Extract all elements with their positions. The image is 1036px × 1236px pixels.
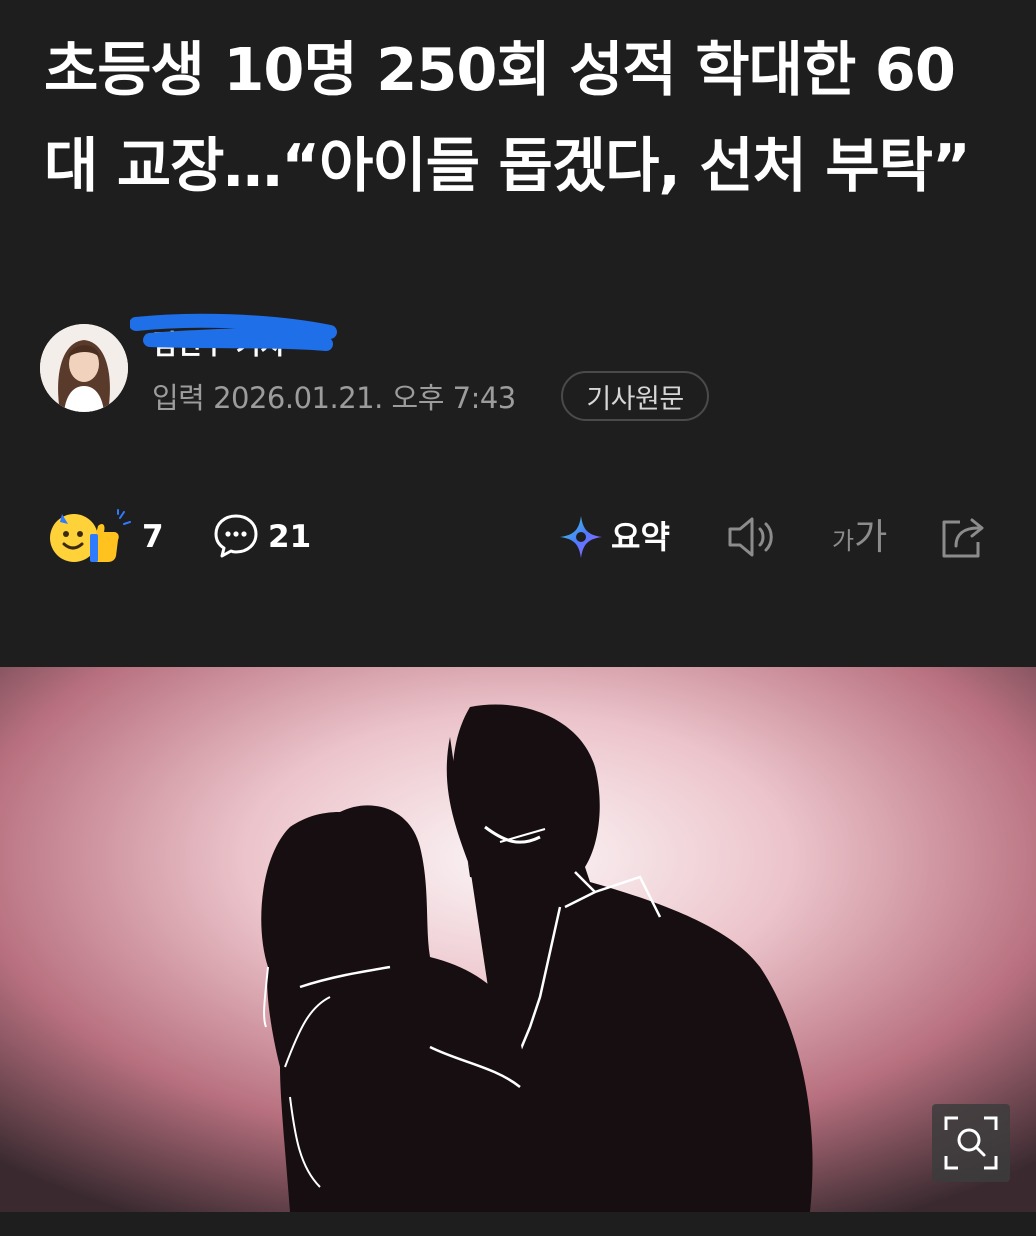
- speaker-icon[interactable]: [726, 514, 778, 560]
- reporter-avatar[interactable]: [40, 324, 128, 412]
- reaction-count[interactable]: 7: [142, 517, 164, 557]
- font-size-large-glyph: 가: [854, 517, 888, 558]
- smile-thumbs-up-icon[interactable]: [46, 508, 132, 564]
- redaction-scribble: [130, 313, 337, 351]
- zoom-image-button[interactable]: [932, 1104, 1010, 1182]
- original-article-button[interactable]: 기사원문: [561, 371, 709, 421]
- share-icon[interactable]: [938, 512, 992, 562]
- font-size-icon[interactable]: 가가: [832, 514, 887, 568]
- comment-count[interactable]: 21: [268, 517, 311, 557]
- article-illustration[interactable]: [0, 667, 1036, 1212]
- zoom-magnifier-icon: [944, 1116, 998, 1170]
- published-time: 입력 2026.01.21. 오후 7:43: [152, 381, 516, 415]
- bottom-spacer: [0, 1212, 1036, 1236]
- font-size-small-glyph: 가: [832, 527, 855, 555]
- speech-bubble-icon[interactable]: [212, 512, 260, 560]
- article-headline: 초등생 10명 250회 성적 학대한 60대 교장…“아이들 돕겠다, 선처 …: [44, 35, 971, 200]
- sparkle-icon[interactable]: [558, 514, 604, 560]
- summary-button[interactable]: 요약: [611, 515, 670, 559]
